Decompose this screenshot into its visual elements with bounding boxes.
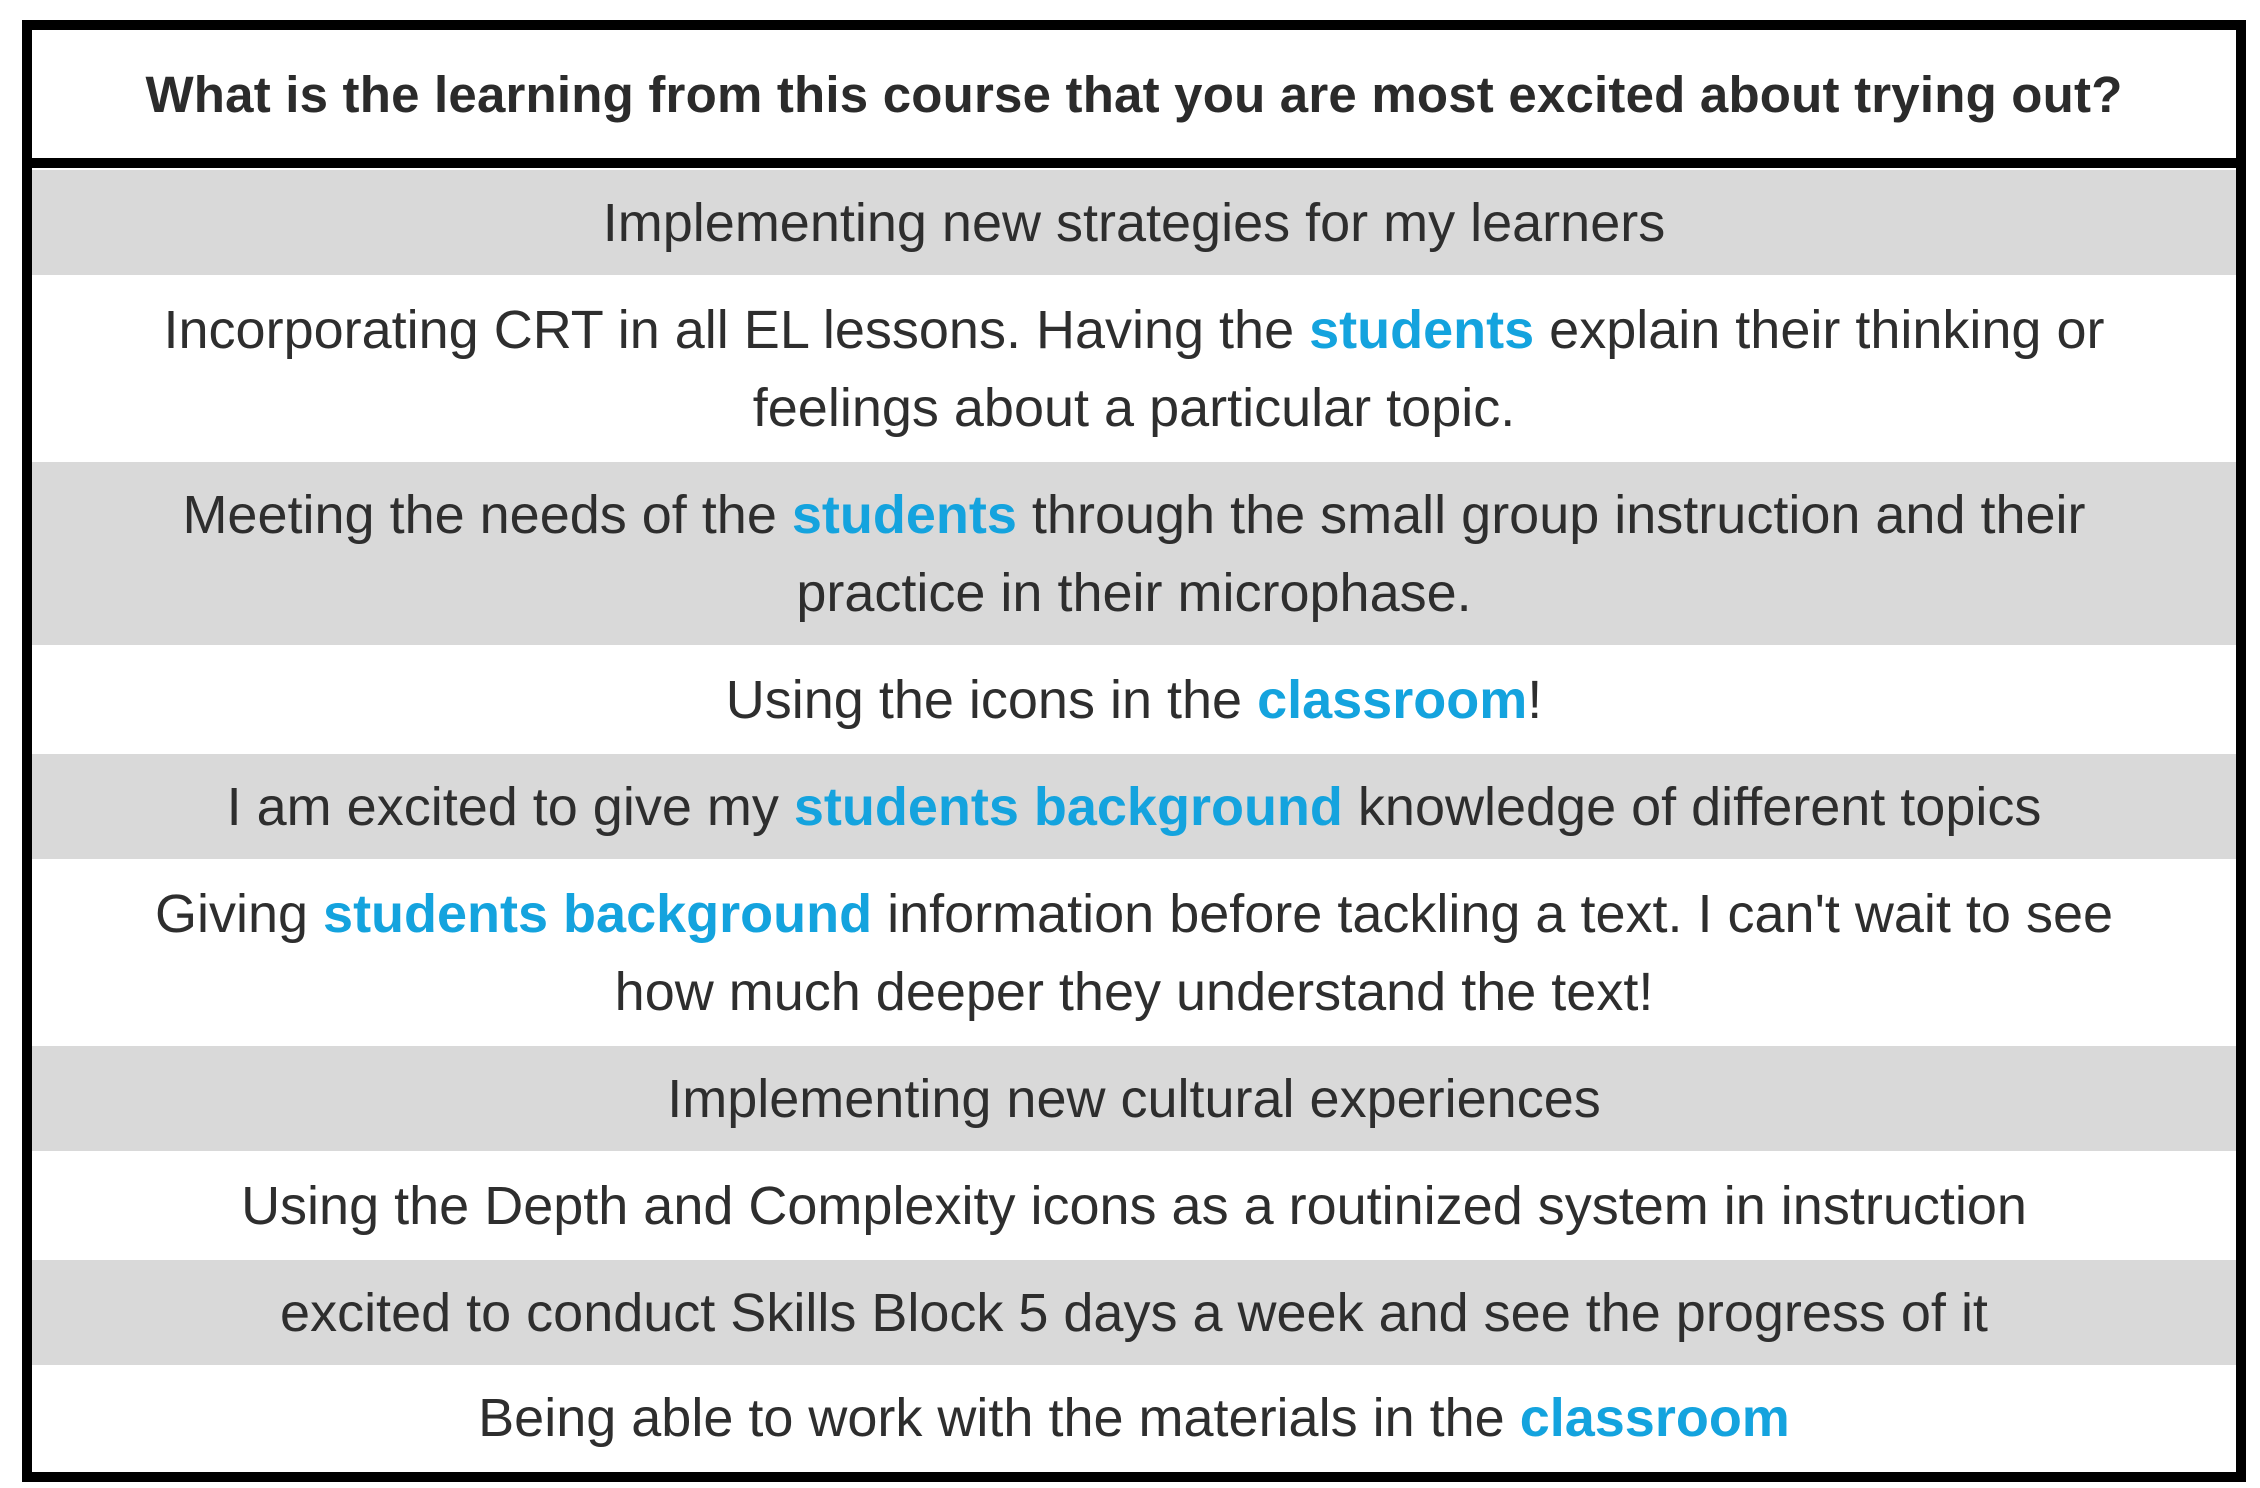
highlighted-keyword: classroom	[1519, 1388, 1790, 1448]
response-row: Implementing new strategies for my learn…	[32, 168, 2236, 275]
response-text: Giving students background information b…	[134, 875, 2134, 1031]
response-row: Meeting the needs of the students throug…	[32, 460, 2236, 645]
response-text-segment: !	[1527, 669, 1543, 730]
response-text-segment: Incorporating CRT in all EL lessons. Hav…	[163, 299, 1310, 360]
response-text-segment: Being able to work with the materials in…	[478, 1388, 1520, 1448]
response-row: I am excited to give my students backgro…	[32, 752, 2236, 859]
response-text-segment: excited to conduct Skills Block 5 days a…	[280, 1282, 1988, 1343]
response-text-segment: knowledge of different topics	[1342, 776, 2042, 837]
response-text-segment: Implementing new cultural experiences	[667, 1068, 1601, 1129]
response-text: Meeting the needs of the students throug…	[109, 476, 2159, 632]
response-text: Implementing new strategies for my learn…	[603, 184, 1665, 262]
response-text-segment: Using the Depth and Complexity icons as …	[241, 1175, 2027, 1236]
highlighted-keyword: students background	[323, 883, 873, 944]
highlighted-keyword: students background	[793, 776, 1343, 837]
response-table: What is the learning from this course th…	[22, 20, 2246, 1482]
response-text-segment: I am excited to give my	[226, 776, 794, 837]
response-row: Incorporating CRT in all EL lessons. Hav…	[32, 275, 2236, 460]
response-row: Using the Depth and Complexity icons as …	[32, 1151, 2236, 1258]
response-text: Being able to work with the materials in…	[478, 1379, 1790, 1457]
response-list: Implementing new strategies for my learn…	[32, 168, 2236, 1469]
highlighted-keyword: classroom	[1257, 669, 1528, 730]
response-text: Using the icons in the classroom!	[726, 661, 1542, 739]
response-row: Being able to work with the materials in…	[32, 1365, 2236, 1469]
response-text-segment: Meeting the needs of the	[182, 484, 792, 545]
response-text-segment: Giving	[154, 883, 324, 944]
question-header: What is the learning from this course th…	[32, 30, 2236, 168]
response-text: Incorporating CRT in all EL lessons. Hav…	[134, 291, 2134, 447]
response-row: Implementing new cultural experiences	[32, 1044, 2236, 1151]
highlighted-keyword: students	[1309, 299, 1535, 360]
response-text: Implementing new cultural experiences	[667, 1060, 1600, 1138]
response-text: I am excited to give my students backgro…	[227, 768, 2042, 846]
response-text-segment: Using the icons in the	[725, 669, 1258, 730]
response-text-segment: Implementing new strategies for my learn…	[602, 192, 1666, 253]
highlighted-keyword: students	[791, 484, 1017, 545]
response-row: excited to conduct Skills Block 5 days a…	[32, 1258, 2236, 1365]
response-text: excited to conduct Skills Block 5 days a…	[280, 1274, 1988, 1352]
response-text: Using the Depth and Complexity icons as …	[241, 1167, 2027, 1245]
response-row: Using the icons in the classroom!	[32, 645, 2236, 752]
response-row: Giving students background information b…	[32, 859, 2236, 1044]
